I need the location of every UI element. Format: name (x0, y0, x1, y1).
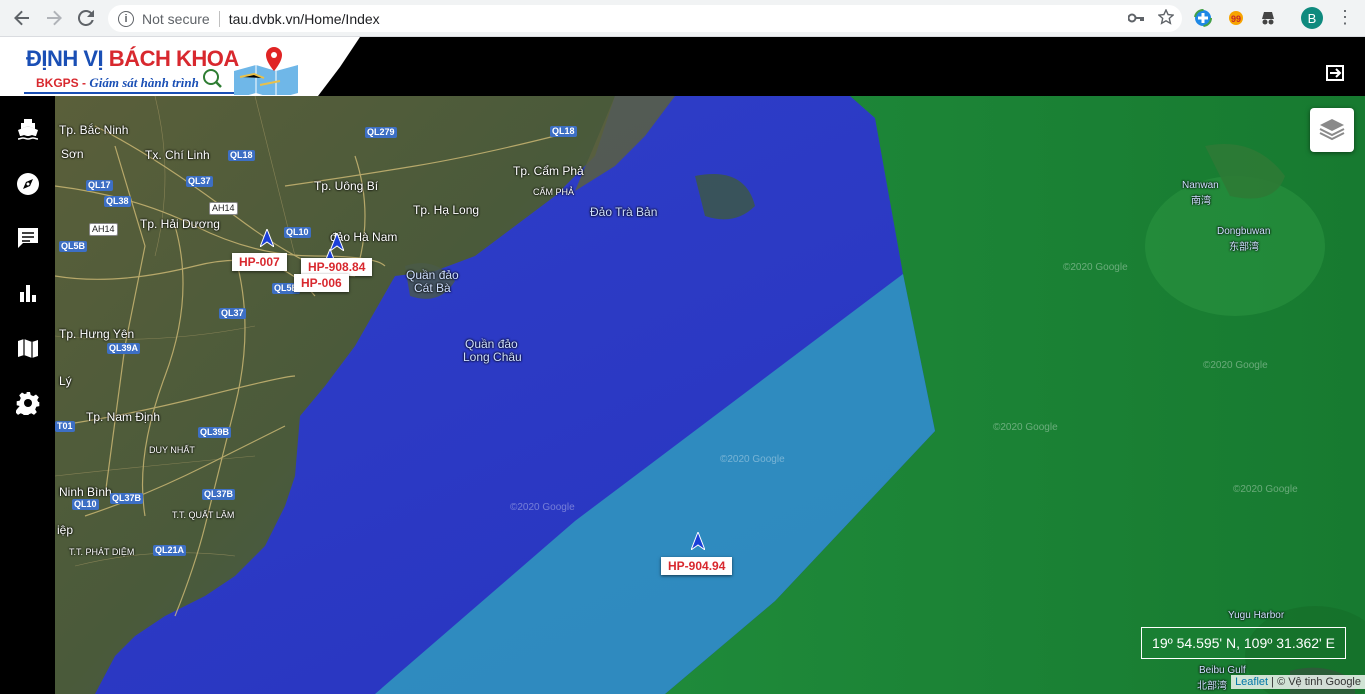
ship-icon[interactable] (15, 116, 41, 142)
watermark: ©2020 Google (1203, 360, 1268, 371)
place-label: 南湾 (1191, 196, 1211, 207)
road-shield: QL18 (228, 150, 255, 161)
divider (218, 10, 220, 27)
logo-separator: - (78, 76, 90, 90)
road-shield: QL39A (107, 343, 141, 354)
profile-avatar[interactable]: B (1301, 7, 1323, 29)
map-view[interactable]: ©2020 Google ©2020 Google ©2020 Google ©… (55, 96, 1365, 694)
map-icon[interactable] (15, 335, 41, 361)
road-shield: QL17 (86, 180, 113, 191)
road-shield: QL39B (198, 427, 232, 438)
place-label: Tx. Chí Linh (145, 148, 210, 162)
map-background (55, 96, 1365, 694)
url-text[interactable]: tau.dvbk.vn/Home/Index (229, 11, 380, 27)
place-label: Tp. Cẩm Phả (513, 164, 584, 178)
extension-badge-icon[interactable]: 99 (1225, 7, 1247, 29)
logo-subtitle: BKGPS - Giám sát hành trình (36, 75, 199, 91)
info-icon[interactable]: i (118, 10, 134, 27)
vehicle-label[interactable]: HP-904.94 (661, 557, 733, 575)
road-shield: T01 (55, 421, 75, 432)
road-shield: AH14 (209, 202, 238, 215)
place-label: Dongbuwan (1217, 226, 1271, 237)
watermark: ©2020 Google (1063, 262, 1128, 273)
place-label: T.T. QUẤT LÂM (172, 510, 235, 520)
road-shield: QL21A (153, 545, 187, 556)
place-label: Cát Bà (414, 281, 451, 295)
vehicle-marker-icon[interactable] (691, 532, 705, 550)
sidebar (0, 96, 55, 694)
place-label: Tp. Hưng Yên (59, 327, 135, 341)
road-shield: AH14 (89, 223, 118, 236)
place-label: Sơn (61, 147, 84, 161)
logo-description: Giám sát hành trình (89, 75, 199, 90)
place-label: CẨM PHẢ (533, 187, 575, 197)
map-pin-icon (203, 47, 298, 95)
place-label: Long Châu (463, 350, 522, 364)
layers-icon (1319, 119, 1345, 141)
vehicle-label[interactable]: HP-007 (232, 253, 287, 271)
extension-plus-icon[interactable] (1192, 7, 1214, 29)
road-shield: QL37 (219, 308, 246, 319)
place-label: Quần đảo (465, 337, 518, 351)
watermark: ©2020 Google (993, 422, 1058, 433)
place-label: Tp. Nam Định (86, 410, 161, 424)
star-icon[interactable] (1157, 7, 1175, 29)
extension-spy-icon[interactable] (1257, 7, 1279, 29)
road-shield: QL10 (72, 499, 99, 510)
place-label: Nanwan (1182, 180, 1219, 191)
layers-control-button[interactable] (1310, 108, 1354, 152)
place-label: Ninh Bình (59, 485, 112, 499)
attribution-text: | © Vệ tinh Google (1268, 676, 1361, 688)
place-label: Đảo Trà Bản (590, 205, 658, 219)
coordinates-readout: 19º 54.595' N, 109º 31.362' E (1141, 627, 1346, 659)
road-shield: QL37B (110, 493, 144, 504)
browser-toolbar: i Not secure tau.dvbk.vn/Home/Index 99 B… (0, 0, 1365, 37)
logo-brand: BKGPS (36, 76, 79, 90)
security-label: Not secure (142, 10, 210, 27)
app-header: ĐỊNH VỊ BÁCH KHOA BKGPS - Giám sát hành … (0, 37, 1365, 96)
place-label: DUY NHẤT (149, 445, 195, 455)
road-shield: QL37B (202, 489, 236, 500)
logo-title-part1: ĐỊNH VỊ (26, 46, 109, 71)
logout-icon[interactable] (1324, 62, 1346, 84)
place-label: Lý (59, 374, 72, 388)
reload-button[interactable] (70, 2, 102, 34)
message-icon[interactable] (15, 225, 41, 251)
chart-icon[interactable] (15, 280, 41, 306)
settings-icon[interactable] (15, 390, 41, 416)
road-shield: QL10 (284, 227, 311, 238)
place-label: 北部湾 (1197, 681, 1227, 692)
road-shield: QL38 (104, 196, 131, 207)
place-label: iệp (57, 523, 74, 537)
place-label: Yugu Harbor (1228, 610, 1285, 621)
more-menu-icon[interactable]: ⋮ (1336, 6, 1354, 28)
map-attribution: Leaflet | © Vệ tinh Google (1231, 675, 1365, 689)
logo[interactable]: ĐỊNH VỊ BÁCH KHOA BKGPS - Giám sát hành … (0, 37, 360, 96)
watermark: ©2020 Google (510, 502, 575, 513)
svg-text:99: 99 (1231, 14, 1241, 24)
address-bar[interactable]: i Not secure tau.dvbk.vn/Home/Index (108, 5, 1182, 32)
place-label: 东部湾 (1229, 242, 1259, 253)
leaflet-link[interactable]: Leaflet (1235, 676, 1268, 688)
road-shield: QL37 (186, 176, 213, 187)
back-button[interactable] (6, 2, 38, 34)
vehicle-label[interactable]: HP-006 (294, 274, 349, 292)
compass-icon[interactable] (15, 171, 41, 197)
place-label: Quần đảo (406, 268, 459, 282)
place-label: Tp. Uông Bí (314, 179, 379, 193)
watermark: ©2020 Google (1233, 484, 1298, 495)
forward-button[interactable] (38, 2, 70, 34)
watermark: ©2020 Google (720, 454, 785, 465)
road-shield: QL18 (550, 126, 577, 137)
vehicle-marker-icon[interactable] (260, 229, 274, 247)
place-label: Tp. Hải Dương (140, 217, 220, 231)
road-shield: QL279 (365, 127, 397, 138)
key-icon[interactable] (1127, 10, 1144, 27)
road-shield: QL5B (59, 241, 88, 252)
place-label: T.T. PHÁT DIỆM (69, 547, 135, 557)
place-label: Tp. Bắc Ninh (59, 123, 129, 137)
place-label: Tp. Hạ Long (413, 203, 480, 217)
